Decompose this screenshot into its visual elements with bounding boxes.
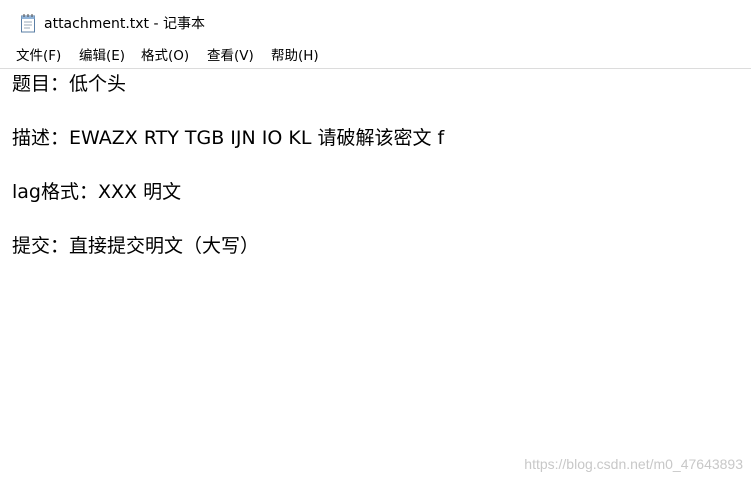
menu-view[interactable]: 查看(V) [207, 47, 254, 65]
menu-help[interactable]: 帮助(H) [271, 47, 319, 65]
text-editor-area[interactable]: 题目：低个头 描述：EWAZX RTY TGB IJN IO KL 请破解该密文… [0, 69, 751, 484]
window-title: attachment.txt - 记事本 [44, 16, 205, 32]
menu-file[interactable]: 文件(F) [16, 47, 61, 65]
notepad-icon [20, 13, 36, 33]
text-line: lag格式：XXX 明文 [12, 181, 182, 203]
text-line: 描述：EWAZX RTY TGB IJN IO KL 请破解该密文 f [12, 127, 445, 149]
watermark: https://blog.csdn.net/m0_47643893 [524, 456, 743, 472]
notepad-window: attachment.txt - 记事本 文件(F) 编辑(E) 格式(O) 查… [0, 0, 751, 484]
text-line: 提交：直接提交明文（大写） [12, 235, 260, 257]
title-bar: attachment.txt - 记事本 [0, 0, 751, 44]
menu-bar: 文件(F) 编辑(E) 格式(O) 查看(V) 帮助(H) [0, 44, 751, 69]
text-line: 题目：低个头 [12, 73, 127, 95]
menu-edit[interactable]: 编辑(E) [79, 47, 125, 65]
menu-format[interactable]: 格式(O) [141, 47, 189, 65]
